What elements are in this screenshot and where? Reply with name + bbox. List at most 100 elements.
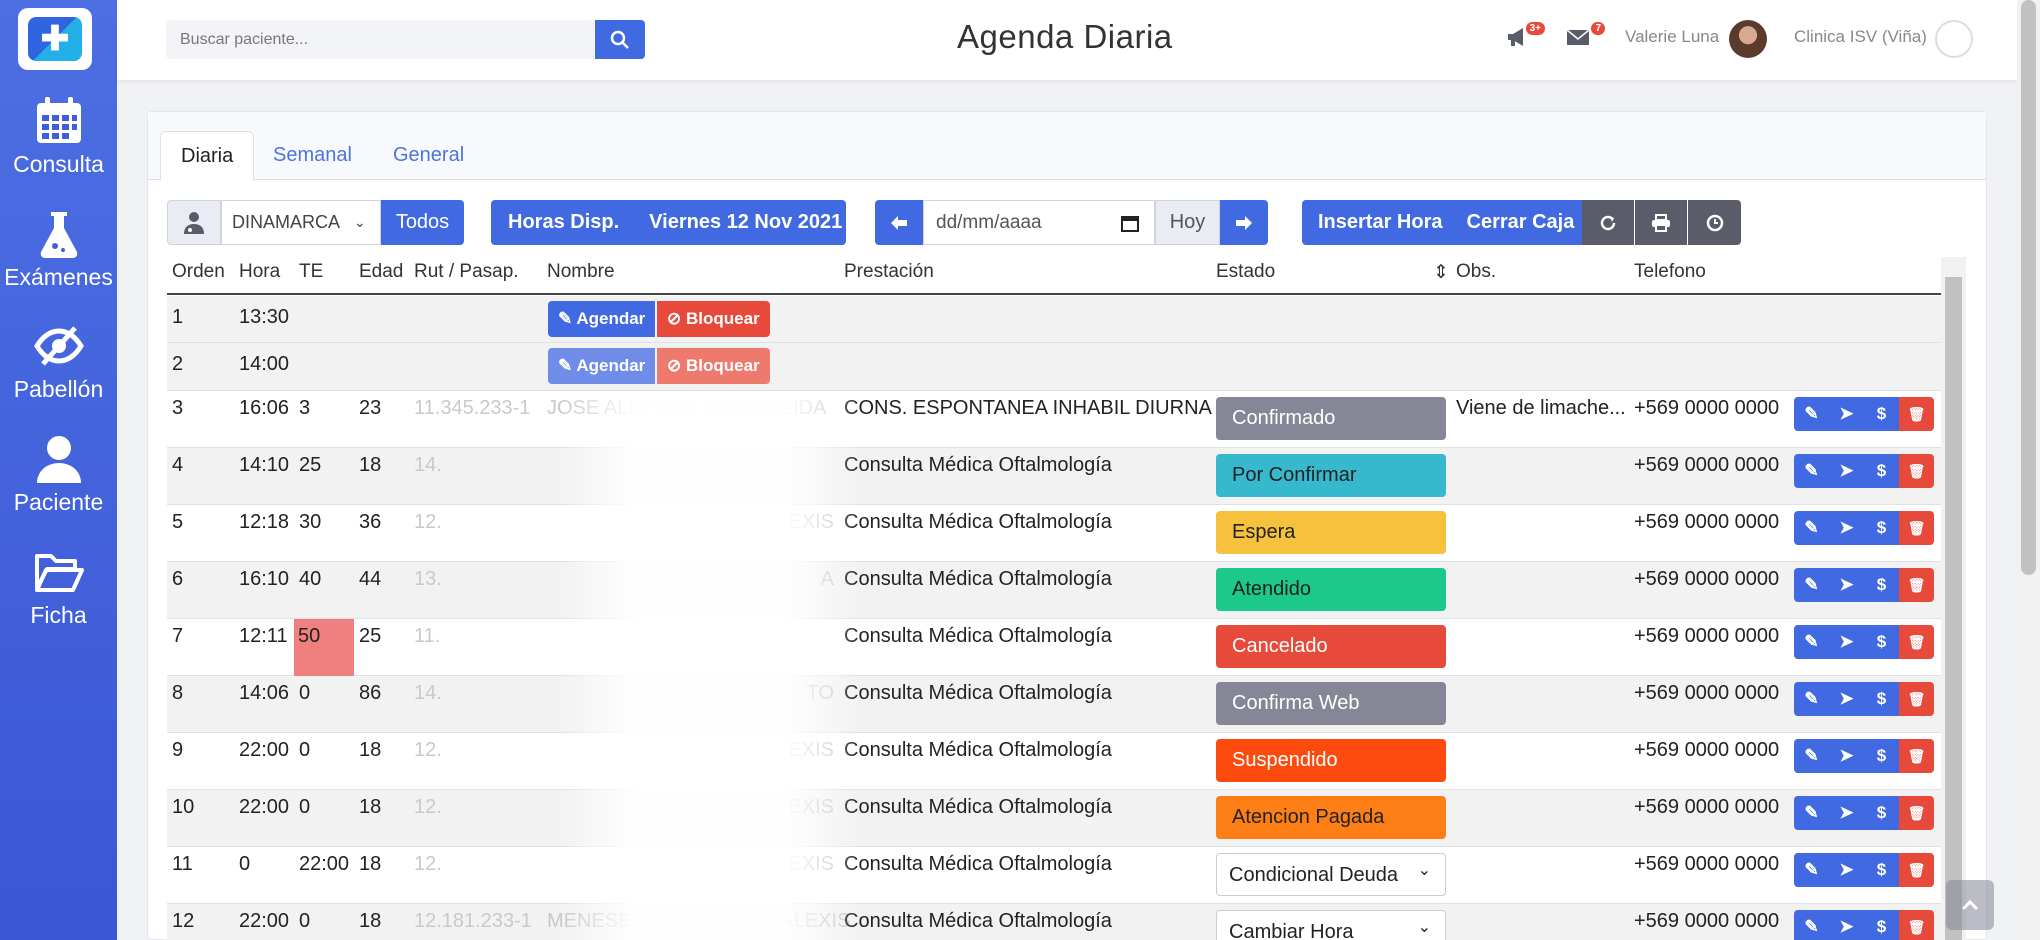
sidebar-item-pabellon[interactable]: Pabellón [0, 320, 117, 403]
col-orden[interactable]: Orden [172, 261, 225, 283]
col-prestacion[interactable]: Prestación [844, 261, 934, 283]
delete-button[interactable]: 🗑 [1899, 739, 1934, 773]
delete-button[interactable]: 🗑 [1899, 397, 1934, 431]
scroll-to-top-button[interactable] [1946, 880, 1994, 930]
estado-pill[interactable]: Confirma Web [1216, 682, 1446, 725]
edit-button[interactable]: ✎ [1794, 910, 1829, 940]
user-name[interactable]: Valerie Luna [1625, 27, 1719, 47]
hoy-button[interactable]: Hoy [1155, 200, 1220, 245]
send-button[interactable]: ➤ [1829, 511, 1864, 545]
estado-pill[interactable]: Espera [1216, 511, 1446, 554]
delete-button[interactable]: 🗑 [1899, 910, 1934, 940]
col-hora[interactable]: Hora [239, 261, 280, 283]
col-telefono[interactable]: Telefono [1634, 261, 1706, 283]
send-button[interactable]: ➤ [1829, 568, 1864, 602]
messages-button[interactable]: 7 [1565, 22, 1605, 54]
col-edad[interactable]: Edad [359, 261, 403, 283]
page-scrollbar[interactable] [2017, 0, 2040, 940]
pay-button[interactable]: $ [1864, 910, 1899, 940]
agendar-button[interactable]: ✎ Agendar [548, 348, 656, 384]
delete-button[interactable]: 🗑 [1899, 796, 1934, 830]
col-nombre[interactable]: Nombre [547, 261, 615, 283]
sort-icon[interactable]: ⇕ [1433, 261, 1449, 284]
send-button[interactable]: ➤ [1829, 910, 1864, 940]
delete-button[interactable]: 🗑 [1899, 853, 1934, 887]
sidebar-item-paciente[interactable]: Paciente [0, 433, 117, 516]
pay-button[interactable]: $ [1864, 454, 1899, 488]
edit-button[interactable]: ✎ [1794, 511, 1829, 545]
estado-pill[interactable]: Atendido [1216, 568, 1446, 611]
send-button[interactable]: ➤ [1829, 397, 1864, 431]
edit-button[interactable]: ✎ [1794, 397, 1829, 431]
edit-button[interactable]: ✎ [1794, 568, 1829, 602]
sidebar-item-examenes[interactable]: Exámenes [0, 208, 117, 291]
bloquear-button[interactable]: ⊘ Bloquear [657, 301, 770, 337]
todos-button[interactable]: Todos [381, 200, 464, 245]
agendar-button[interactable]: ✎ Agendar [548, 301, 656, 337]
tab-diaria[interactable]: Diaria [160, 131, 255, 181]
app-logo[interactable]: ✚ [18, 8, 92, 70]
table-scrollbar-thumb[interactable] [1945, 277, 1962, 940]
search-button[interactable] [595, 20, 645, 59]
scrollbar-thumb[interactable] [2021, 0, 2036, 575]
sidebar-item-ficha[interactable]: Ficha [0, 546, 117, 629]
clinic-logo[interactable] [1935, 20, 1973, 58]
estado-select[interactable]: Condicional Deuda ⌄ [1216, 853, 1446, 896]
send-button[interactable]: ➤ [1829, 796, 1864, 830]
trash-icon: 🗑 [1907, 690, 1926, 707]
sidebar-item-consulta[interactable]: Consulta [0, 95, 117, 178]
search-input[interactable] [166, 20, 595, 59]
send-button[interactable]: ➤ [1829, 454, 1864, 488]
estado-pill[interactable]: Cancelado [1216, 625, 1446, 668]
prev-day-button[interactable] [875, 200, 923, 245]
date-input[interactable]: dd/mm/aaaa [923, 200, 1155, 245]
doctor-select[interactable]: DINAMARCA ⌄ [221, 200, 381, 245]
bloquear-button[interactable]: ⊘ Bloquear [657, 348, 770, 384]
edit-button[interactable]: ✎ [1794, 796, 1829, 830]
tab-semanal[interactable]: Semanal [253, 131, 372, 181]
col-obs[interactable]: Obs. [1456, 261, 1496, 283]
clock-button[interactable] [1688, 200, 1741, 245]
pay-button[interactable]: $ [1864, 625, 1899, 659]
table-scrollbar[interactable] [1941, 257, 1966, 940]
refresh-button[interactable] [1582, 200, 1634, 245]
delete-button[interactable]: 🗑 [1899, 682, 1934, 716]
edit-button[interactable]: ✎ [1794, 853, 1829, 887]
col-estado[interactable]: Estado [1216, 261, 1275, 283]
send-button[interactable]: ➤ [1829, 739, 1864, 773]
pay-button[interactable]: $ [1864, 682, 1899, 716]
estado-select[interactable]: Cambiar Hora ⌄ [1216, 910, 1446, 940]
avatar[interactable] [1729, 20, 1767, 58]
pay-button[interactable]: $ [1864, 397, 1899, 431]
pay-button[interactable]: $ [1864, 739, 1899, 773]
print-button[interactable] [1635, 200, 1687, 245]
estado-pill[interactable]: Confirmado [1216, 397, 1446, 440]
col-te[interactable]: TE [299, 261, 323, 283]
pay-button[interactable]: $ [1864, 568, 1899, 602]
edit-button[interactable]: ✎ [1794, 739, 1829, 773]
estado-pill[interactable]: Atencion Pagada [1216, 796, 1446, 839]
alerts-button[interactable]: 3+ [1505, 22, 1545, 54]
send-button[interactable]: ➤ [1829, 853, 1864, 887]
edit-button[interactable]: ✎ [1794, 682, 1829, 716]
delete-button[interactable]: 🗑 [1899, 454, 1934, 488]
send-button[interactable]: ➤ [1829, 625, 1864, 659]
tab-general[interactable]: General [373, 131, 484, 181]
delete-button[interactable]: 🗑 [1899, 511, 1934, 545]
edit-button[interactable]: ✎ [1794, 625, 1829, 659]
insertar-hora-button[interactable]: Insertar Hora [1318, 211, 1443, 234]
estado-pill[interactable]: Suspendido [1216, 739, 1446, 782]
pay-button[interactable]: $ [1864, 853, 1899, 887]
next-day-button[interactable] [1220, 200, 1268, 245]
delete-button[interactable]: 🗑 [1899, 625, 1934, 659]
clinic-name[interactable]: Clinica ISV (Viña) [1794, 27, 1927, 47]
send-button[interactable]: ➤ [1829, 682, 1864, 716]
estado-pill[interactable]: Por Confirmar [1216, 454, 1446, 497]
horas-disp-button[interactable]: Horas Disp. Viernes 12 Nov 2021 [491, 200, 846, 245]
delete-button[interactable]: 🗑 [1899, 568, 1934, 602]
col-rut[interactable]: Rut / Pasap. [414, 261, 519, 283]
cerrar-caja-button[interactable]: Cerrar Caja [1467, 211, 1575, 234]
pay-button[interactable]: $ [1864, 796, 1899, 830]
pay-button[interactable]: $ [1864, 511, 1899, 545]
edit-button[interactable]: ✎ [1794, 454, 1829, 488]
